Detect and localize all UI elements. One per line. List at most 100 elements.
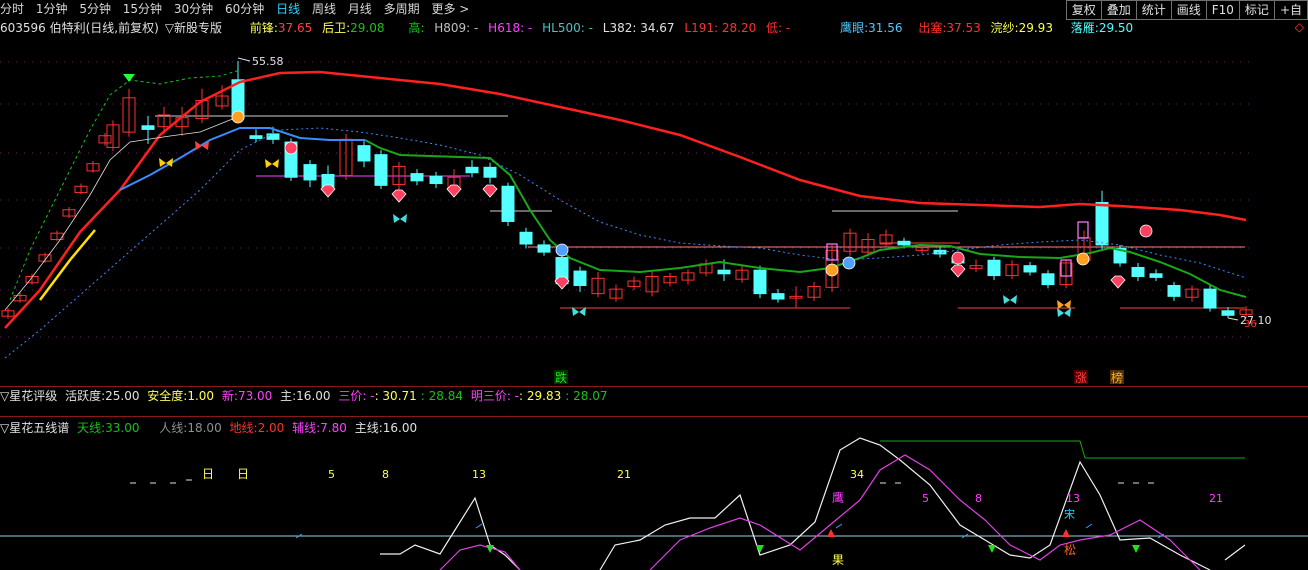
period-multi[interactable]: 多周期 bbox=[384, 0, 420, 18]
houwei-label: 后卫: bbox=[322, 21, 351, 35]
fuxian-value: 7.80 bbox=[320, 421, 347, 435]
candle-body bbox=[1221, 310, 1235, 316]
period-more[interactable]: 更多 > bbox=[431, 0, 469, 18]
sell-triangle-icon bbox=[123, 74, 135, 82]
mark-button[interactable]: 标记 bbox=[1238, 0, 1275, 20]
xinghua-staff-bar: ▽星花五线谱 天线:33.00 人线:18.00 地线:2.00 辅线:7.80… bbox=[0, 420, 417, 436]
mark-5: 5 bbox=[328, 468, 335, 481]
butterfly-icon bbox=[1057, 308, 1071, 317]
envelope-lower-line bbox=[4, 127, 1247, 359]
panel2-title[interactable]: ▽星花评级 bbox=[0, 389, 57, 403]
f10-button[interactable]: F10 bbox=[1205, 0, 1240, 20]
period-60min[interactable]: 60分钟 bbox=[225, 0, 264, 18]
candle-body bbox=[987, 259, 1001, 277]
sanjia-value1: : 30.71 bbox=[374, 389, 417, 403]
xinghua-rating-bar: ▽星花评级 活跃度:25.00 安全度:1.00 新:73.00 主:16.00… bbox=[0, 388, 607, 404]
houwei-value: 29.08 bbox=[350, 21, 385, 35]
yingyan-label: 鹰眼: bbox=[840, 21, 869, 35]
candle-body bbox=[303, 164, 317, 181]
mark-5b: 5 bbox=[922, 492, 929, 505]
indicator-info-bar: 603596 伯特利(日线,前复权) ▽新股专版 前锋:37.65 后卫:29.0… bbox=[0, 19, 1308, 37]
period-monthly[interactable]: 月线 bbox=[348, 0, 372, 18]
candle-body bbox=[1149, 273, 1163, 278]
high-price-label: 55.58 bbox=[252, 55, 284, 68]
period-fenshi[interactable]: 分时 bbox=[0, 0, 24, 18]
candle-body bbox=[573, 270, 587, 287]
fuquan-button[interactable]: 复权 bbox=[1065, 0, 1102, 20]
custom-button[interactable]: +自 bbox=[1273, 0, 1308, 20]
overlay-button[interactable]: 叠加 bbox=[1100, 0, 1137, 20]
period-5min[interactable]: 5分钟 bbox=[79, 0, 111, 18]
candle-body bbox=[933, 249, 947, 255]
diamond-icon[interactable]: ◇ bbox=[1295, 20, 1304, 34]
xin-value: 73.00 bbox=[237, 389, 273, 403]
luoyan-value: 29.50 bbox=[1098, 21, 1134, 35]
hl500-value: HL500: - bbox=[542, 21, 593, 35]
gao-label: 高: bbox=[408, 21, 425, 35]
candle-body bbox=[519, 231, 533, 245]
yingyan-value: 31.56 bbox=[868, 21, 903, 35]
stock-title: 603596 伯特利(日线,前复权) bbox=[0, 21, 159, 35]
mark-21: 21 bbox=[617, 468, 631, 481]
candle-body bbox=[897, 240, 911, 246]
mingsanjia-value2: : 28.07 bbox=[565, 389, 608, 403]
candle-body bbox=[537, 244, 551, 253]
zhuxian-value: 16.00 bbox=[382, 421, 418, 435]
qianfeng-label: 前锋: bbox=[249, 21, 278, 35]
zhuxian-label: 主线: bbox=[354, 421, 383, 435]
period-30min[interactable]: 30分钟 bbox=[174, 0, 213, 18]
down-arrow-icon bbox=[756, 545, 764, 553]
diamond-gem-icon bbox=[482, 184, 498, 198]
candle-body bbox=[1095, 201, 1109, 246]
candle-body bbox=[483, 166, 497, 178]
ball-icon bbox=[231, 110, 245, 124]
period-weekly[interactable]: 周线 bbox=[312, 0, 336, 18]
mark-ri-1: 日 bbox=[202, 467, 214, 481]
ball-icon bbox=[1139, 224, 1153, 238]
tianxian-value: 33.00 bbox=[105, 421, 140, 435]
mingsanjia-value1: : 29.83 bbox=[519, 389, 562, 403]
ball-icon bbox=[284, 141, 298, 155]
l191-value: L191: 28.20 bbox=[684, 21, 757, 35]
di-value: 低: - bbox=[766, 21, 791, 35]
zhang-label: 涨 bbox=[1075, 370, 1087, 385]
diamond-gem-icon bbox=[320, 184, 336, 198]
stats-button[interactable]: 统计 bbox=[1135, 0, 1172, 20]
period-15min[interactable]: 15分钟 bbox=[123, 0, 162, 18]
dixian-label: 地线: bbox=[229, 421, 258, 435]
mark-13: 13 bbox=[472, 468, 486, 481]
huoyue-label: 活跃度: bbox=[65, 389, 106, 403]
kline-chart[interactable]: 55.58 27.10 36 跌 涨 榜 bbox=[0, 37, 1308, 387]
low-pointer bbox=[1227, 317, 1239, 321]
period-1min[interactable]: 1分钟 bbox=[36, 0, 68, 18]
tianxian-line bbox=[880, 440, 1245, 459]
sanjia-value2: : 28.84 bbox=[420, 389, 463, 403]
candle-body bbox=[141, 125, 155, 130]
panel-separator-2 bbox=[0, 416, 1308, 417]
mark-ying: 鹰 bbox=[832, 490, 844, 505]
candle-body bbox=[1131, 266, 1145, 277]
template-tag[interactable]: ▽新股专版 bbox=[165, 21, 222, 35]
zhu-value: 16.00 bbox=[296, 389, 331, 403]
staff-chart[interactable]: 日 日 5 8 13 21 34 鹰 5 8 13 21 果 松 宋 bbox=[0, 436, 1308, 570]
mingsanjia-label: 明三价: - bbox=[470, 389, 520, 403]
high-pointer bbox=[237, 57, 251, 62]
candle-body bbox=[1167, 285, 1181, 297]
chusai-label: 出塞: bbox=[918, 21, 947, 35]
butterfly-icon bbox=[393, 214, 407, 223]
h809-value: H809: - bbox=[434, 21, 479, 35]
zhu-label: 主: bbox=[280, 389, 297, 403]
luoyan-label: 落雁: bbox=[1070, 21, 1099, 35]
xin-label: 新: bbox=[221, 389, 238, 403]
period-daily[interactable]: 日线 bbox=[276, 0, 300, 18]
sanjia-label: 三价: - bbox=[338, 389, 375, 403]
bang-label: 榜 bbox=[1111, 370, 1123, 385]
candle-body bbox=[266, 133, 280, 140]
small-arrow-icon bbox=[475, 523, 483, 529]
butterfly-icon bbox=[1003, 295, 1017, 304]
panel3-title[interactable]: ▽星花五线谱 bbox=[0, 421, 69, 435]
small-arrow-icon bbox=[835, 523, 843, 529]
draw-button[interactable]: 画线 bbox=[1170, 0, 1207, 20]
candle-body bbox=[374, 154, 388, 186]
ball-icon bbox=[1076, 252, 1090, 266]
